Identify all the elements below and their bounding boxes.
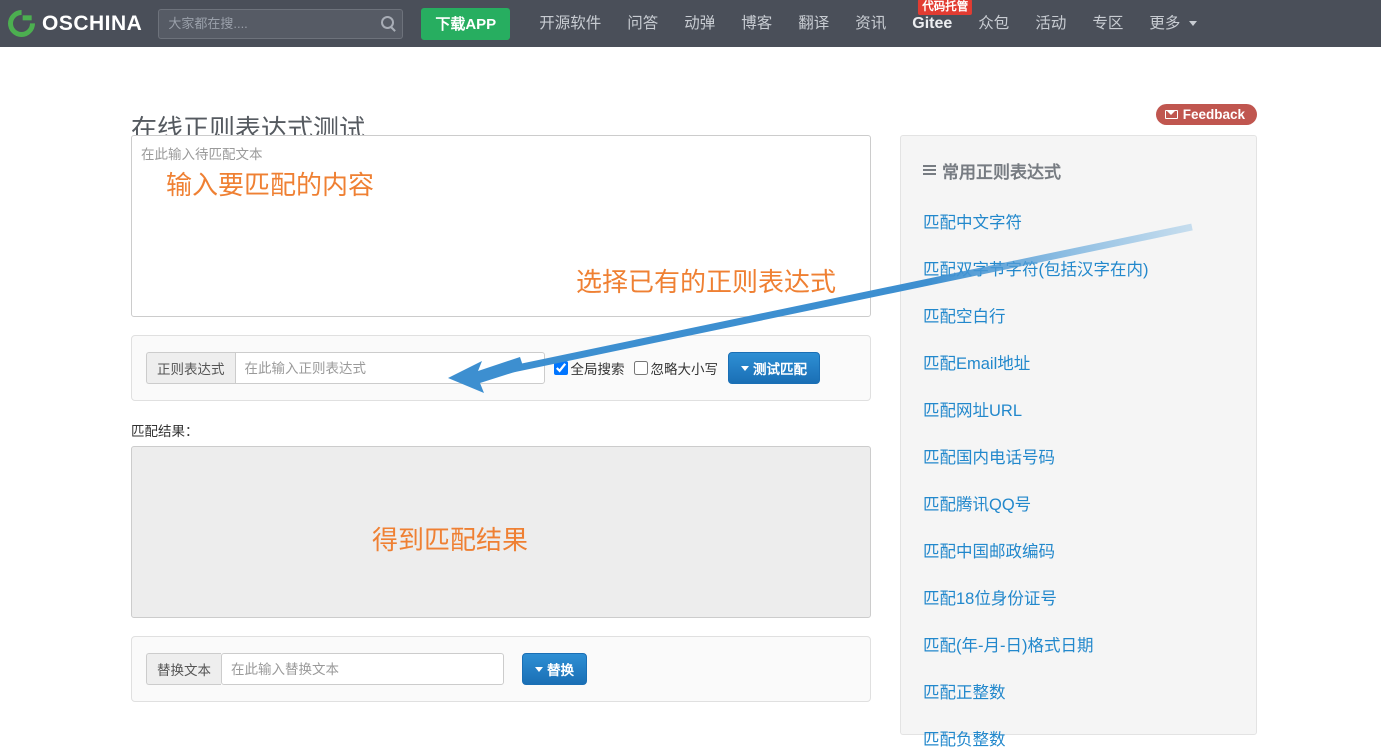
sidebar-item-positive-int[interactable]: 匹配正整数 [923,679,1234,703]
sidebar-item-blank-line[interactable]: 匹配空白行 [923,303,1234,327]
sidebar-item-doublebyte[interactable]: 匹配双字节字符(包括汉字在内) [923,256,1234,280]
nav-item-qa[interactable]: 问答 [614,0,671,47]
regex-panel: 正则表达式 全局搜索 忽略大小写 测试匹配 [131,335,871,401]
common-regex-sidebar: 常用正则表达式 匹配中文字符 匹配双字节字符(包括汉字在内) 匹配空白行 匹配E… [900,135,1257,749]
logo-text: OSCHINA [42,11,143,35]
chevron-down-icon [741,365,749,371]
match-source-textarea[interactable] [131,135,871,317]
mail-icon [1164,110,1178,119]
nav-item-more[interactable]: 更多 [1136,0,1209,47]
nav-links: 开源软件 问答 动弹 博客 翻译 资讯 代码托管 Gitee 众包 活动 专区 … [526,0,1209,47]
nav-label: 开源软件 [539,15,602,32]
nav-item-events[interactable]: 活动 [1022,0,1079,47]
regex-input-group: 正则表达式 [146,352,545,384]
nav-item-blog[interactable]: 博客 [728,0,785,47]
global-search-checkbox-label[interactable]: 全局搜索 [553,358,625,378]
nav-item-zone[interactable]: 专区 [1079,0,1136,47]
tester-form-column: 正则表达式 全局搜索 忽略大小写 测试匹配 匹配结果： 替换文本 [131,135,871,702]
sidebar-item-id-card[interactable]: 匹配18位身份证号 [923,585,1234,609]
nav-badge-code-hosting: 代码托管 [918,0,973,15]
chevron-down-icon [1188,21,1197,27]
oschina-logo-icon [2,4,41,43]
nav-item-news[interactable]: 资讯 [842,0,899,47]
regex-input[interactable] [234,352,545,384]
replace-button[interactable]: 替换 [522,653,587,685]
feedback-button[interactable]: Feedback [1155,104,1257,125]
nav-label: 更多 [1149,15,1181,32]
nav-label: 动弹 [684,15,716,32]
sidebar-title: 常用正则表达式 [923,158,1234,183]
site-logo[interactable]: OSCHINA [2,4,143,43]
feedback-label: Feedback [1182,107,1245,122]
nav-label: 众包 [978,15,1010,32]
nav-item-translate[interactable]: 翻译 [785,0,842,47]
nav-label: 问答 [627,15,659,32]
match-result-textarea[interactable] [131,446,871,618]
nav-item-crowdsourcing[interactable]: 众包 [965,0,1022,47]
replace-input-group: 替换文本 [146,653,504,685]
global-search-checkbox[interactable] [553,361,568,375]
nav-item-opensource[interactable]: 开源软件 [526,0,614,47]
test-match-button[interactable]: 测试匹配 [728,352,820,384]
sidebar-item-url[interactable]: 匹配网址URL [923,397,1234,421]
nav-label: 博客 [741,15,773,32]
nav-label: 活动 [1035,15,1067,32]
nav-item-gitee[interactable]: 代码托管 Gitee [899,0,973,47]
search-input[interactable] [159,9,403,38]
regex-input-addon-label: 正则表达式 [146,352,235,384]
top-navigation-bar: OSCHINA 下载APP 开源软件 问答 动弹 博客 翻译 资讯 代码托管 G… [0,0,1381,47]
sidebar-item-qq[interactable]: 匹配腾讯QQ号 [923,491,1234,515]
ignore-case-checkbox[interactable] [633,361,648,375]
sidebar-title-label: 常用正则表达式 [942,163,1061,182]
global-search-label: 全局搜索 [570,362,625,377]
list-icon [923,164,936,177]
result-label: 匹配结果： [131,424,199,439]
nav-label: 翻译 [798,15,830,32]
replace-input[interactable] [221,653,504,685]
sidebar-item-email[interactable]: 匹配Email地址 [923,350,1234,374]
nav-item-tweet[interactable]: 动弹 [671,0,728,47]
nav-label: Gitee [912,15,953,32]
sidebar-item-postcode[interactable]: 匹配中国邮政编码 [923,538,1234,562]
download-app-button[interactable]: 下载APP [421,7,511,40]
sidebar-item-date[interactable]: 匹配(年-月-日)格式日期 [923,632,1234,656]
replace-panel: 替换文本 替换 [131,636,871,702]
test-match-label: 测试匹配 [753,362,807,377]
sidebar-item-chinese-chars[interactable]: 匹配中文字符 [923,209,1234,233]
chevron-down-icon [535,666,543,672]
nav-label: 专区 [1092,15,1124,32]
replace-button-label: 替换 [547,663,574,678]
replace-input-addon-label: 替换文本 [146,653,221,685]
search-box[interactable] [158,8,404,39]
page-content: 在线正则表达式测试 Feedback 正则表达式 全局搜索 忽略大小写 测试匹配 [0,47,1381,749]
sidebar-item-phone[interactable]: 匹配国内电话号码 [923,444,1234,468]
ignore-case-checkbox-label[interactable]: 忽略大小写 [633,358,719,378]
search-icon[interactable] [381,15,395,29]
nav-label: 资讯 [855,15,887,32]
ignore-case-label: 忽略大小写 [650,362,719,377]
